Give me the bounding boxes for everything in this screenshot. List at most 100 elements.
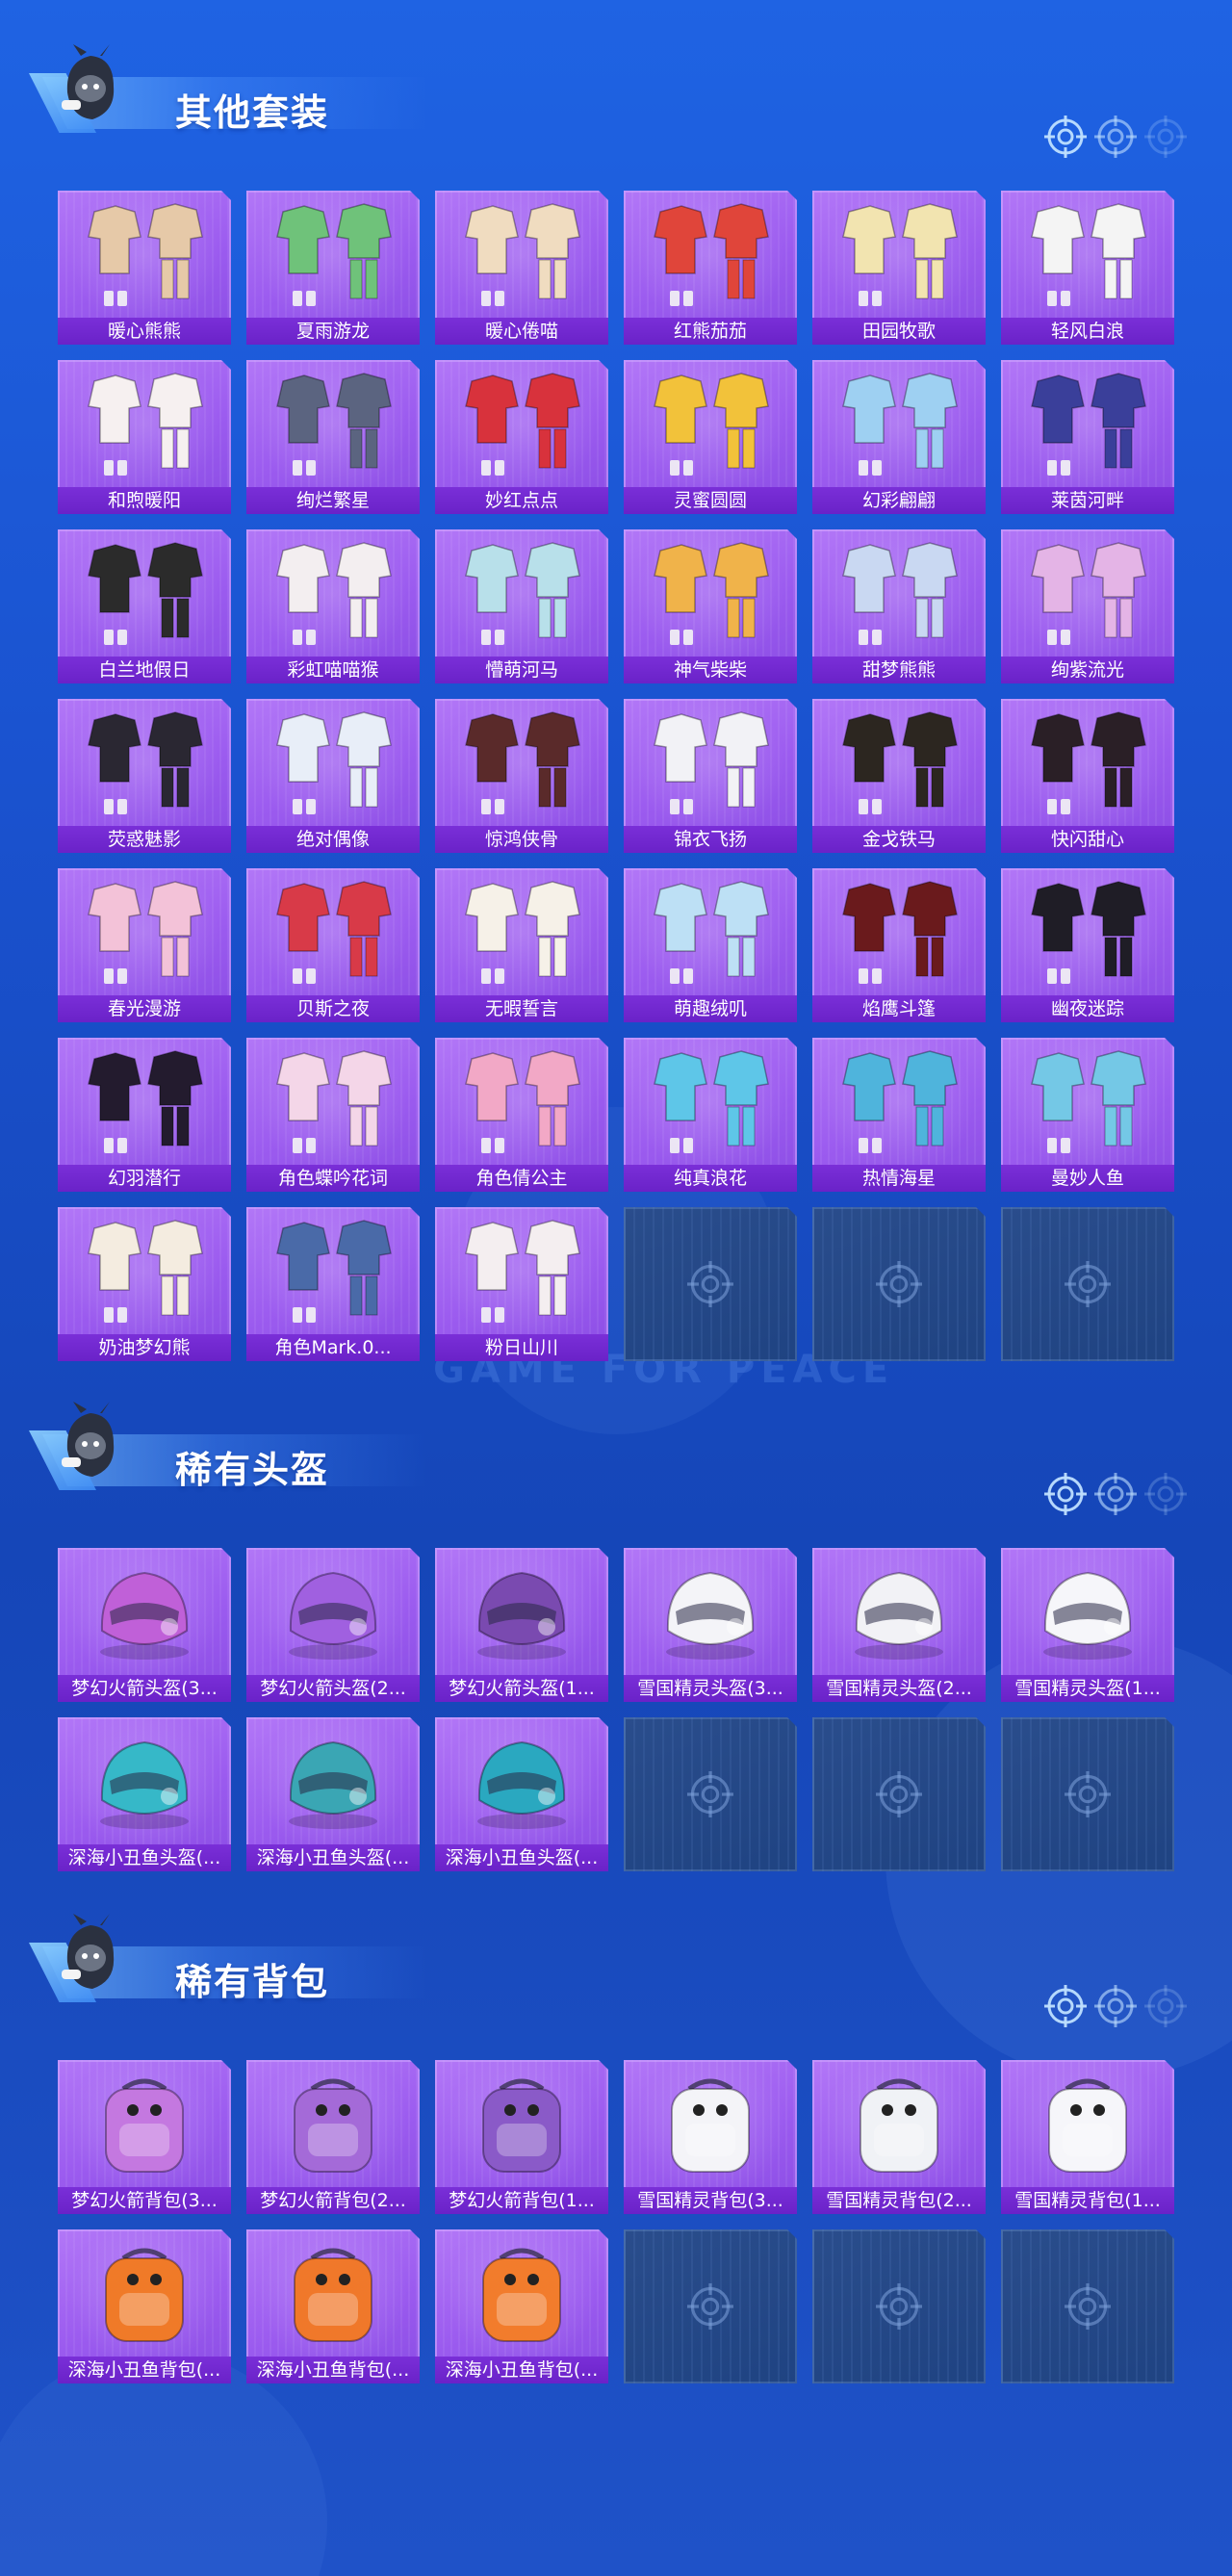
outfit-item-card[interactable]: 贝斯之夜 [246,868,420,1022]
outfit-image [454,876,589,992]
outfit-item-card[interactable]: 角色蝶吟花词 [246,1038,420,1192]
outfit-item-card[interactable]: 灵蜜圆圆 [624,360,797,514]
outfit-item-card[interactable]: 幻羽潜行 [58,1038,231,1192]
outfit-item-card[interactable]: 懵萌河马 [435,529,608,683]
backpack-item-card[interactable]: 深海小丑鱼背包(... [58,2229,231,2383]
item-label: 妙红点点 [435,487,608,514]
outfit-image [77,1215,212,1330]
outfit-item-card[interactable]: 焰鹰斗篷 [812,868,986,1022]
outfit-image [832,707,966,822]
outfit-item-card[interactable]: 和煦暖阳 [58,360,231,514]
empty-slot [1001,2229,1174,2383]
outfit-image [1020,876,1155,992]
outfit-item-card[interactable]: 暖心倦喵 [435,191,608,345]
outfit-item-card[interactable]: 奶油梦幻熊 [58,1207,231,1361]
outfit-item-card[interactable]: 纯真浪花 [624,1038,797,1192]
outfit-image [643,707,778,822]
outfit-image [454,1215,589,1330]
outfit-image [454,198,589,314]
helmet-item-card[interactable]: 梦幻火箭头盔(3... [58,1548,231,1702]
crosshair-icon [1094,1985,1137,2027]
helmet-item-card[interactable]: 雪国精灵头盔(1... [1001,1548,1174,1702]
outfit-item-card[interactable]: 夏雨游龙 [246,191,420,345]
outfit-item-card[interactable]: 白兰地假日 [58,529,231,683]
outfit-item-card[interactable]: 热情海星 [812,1038,986,1192]
crosshair-icon [687,2283,733,2330]
outfit-image [77,876,212,992]
outfit-image [643,876,778,992]
outfit-item-card[interactable]: 幽夜迷踪 [1001,868,1174,1022]
item-label: 暖心熊熊 [58,318,231,345]
backpack-item-card[interactable]: 深海小丑鱼背包(... [435,2229,608,2383]
outfit-item-card[interactable]: 绚烂繁星 [246,360,420,514]
backpack-item-card[interactable]: 雪国精灵背包(2... [812,2060,986,2214]
empty-slot [1001,1717,1174,1871]
outfit-image [1020,537,1155,653]
item-label: 金戈铁马 [812,826,986,853]
backpack-item-card[interactable]: 梦幻火箭背包(1... [435,2060,608,2214]
outfit-item-card[interactable]: 角色倩公主 [435,1038,608,1192]
helmet-item-card[interactable]: 梦幻火箭头盔(1... [435,1548,608,1702]
outfit-item-card[interactable]: 红熊茄茄 [624,191,797,345]
item-label: 角色蝶吟花词 [246,1165,420,1192]
item-label: 彩虹喵喵猴 [246,657,420,683]
outfit-item-card[interactable]: 绝对偶像 [246,699,420,853]
item-label: 绚紫流光 [1001,657,1174,683]
item-label: 锦衣飞扬 [624,826,797,853]
item-label: 懵萌河马 [435,657,608,683]
item-label: 雪国精灵头盔(1... [1001,1675,1174,1702]
outfit-item-card[interactable]: 彩虹喵喵猴 [246,529,420,683]
outfit-item-card[interactable]: 田园牧歌 [812,191,986,345]
helmet-item-card[interactable]: 雪国精灵头盔(3... [624,1548,797,1702]
helmet-image [266,1556,400,1671]
backpack-item-card[interactable]: 梦幻火箭背包(3... [58,2060,231,2214]
crosshair-icon [1144,1985,1187,2027]
backpack-item-card[interactable]: 梦幻火箭背包(2... [246,2060,420,2214]
backpack-item-card[interactable]: 雪国精灵背包(3... [624,2060,797,2214]
outfit-image [266,876,400,992]
outfit-item-card[interactable]: 荧惑魅影 [58,699,231,853]
helmet-item-card[interactable]: 深海小丑鱼头盔(... [58,1717,231,1871]
outfit-item-card[interactable]: 春光漫游 [58,868,231,1022]
outfit-item-card[interactable]: 妙红点点 [435,360,608,514]
backpack-item-card[interactable]: 深海小丑鱼背包(... [246,2229,420,2383]
outfit-image [832,537,966,653]
outfit-item-card[interactable]: 金戈铁马 [812,699,986,853]
outfit-item-card[interactable]: 莱茵河畔 [1001,360,1174,514]
outfit-item-card[interactable]: 无暇誓言 [435,868,608,1022]
outfit-image [266,368,400,483]
outfit-item-card[interactable]: 快闪甜心 [1001,699,1174,853]
mascot-icon [62,1914,115,1989]
outfit-item-card[interactable]: 曼妙人鱼 [1001,1038,1174,1192]
backpack-item-card[interactable]: 雪国精灵背包(1... [1001,2060,1174,2214]
outfit-item-card[interactable]: 神气柴柴 [624,529,797,683]
outfit-item-card[interactable]: 锦衣飞扬 [624,699,797,853]
crosshair-icon [1044,1985,1087,2027]
outfit-item-card[interactable]: 萌趣绒叽 [624,868,797,1022]
backpack-image [1020,2068,1155,2183]
item-label: 雪国精灵头盔(3... [624,1675,797,1702]
helmet-item-card[interactable]: 雪国精灵头盔(2... [812,1548,986,1702]
section-header: 稀有头盔 [29,1396,433,1492]
backpack-image [454,2237,589,2353]
item-label: 梦幻火箭背包(3... [58,2187,231,2214]
helmet-item-card[interactable]: 深海小丑鱼头盔(... [246,1717,420,1871]
outfit-item-card[interactable]: 甜梦熊熊 [812,529,986,683]
outfit-item-card[interactable]: 角色Mark.0... [246,1207,420,1361]
helmet-image [643,1556,778,1671]
outfit-item-card[interactable]: 轻风白浪 [1001,191,1174,345]
outfit-item-card[interactable]: 绚紫流光 [1001,529,1174,683]
crosshair-decoration [1044,1473,1189,1519]
helmet-item-card[interactable]: 梦幻火箭头盔(2... [246,1548,420,1702]
outfit-image [643,368,778,483]
outfit-item-card[interactable]: 粉日山川 [435,1207,608,1361]
item-label: 萌趣绒叽 [624,995,797,1022]
outfit-image [266,707,400,822]
outfit-item-card[interactable]: 暖心熊熊 [58,191,231,345]
item-label: 奶油梦幻熊 [58,1334,231,1361]
crosshair-icon [687,1261,733,1307]
outfit-item-card[interactable]: 惊鸿侠骨 [435,699,608,853]
item-label: 深海小丑鱼背包(... [58,2357,231,2383]
helmet-item-card[interactable]: 深海小丑鱼头盔(... [435,1717,608,1871]
outfit-item-card[interactable]: 幻彩翩翩 [812,360,986,514]
